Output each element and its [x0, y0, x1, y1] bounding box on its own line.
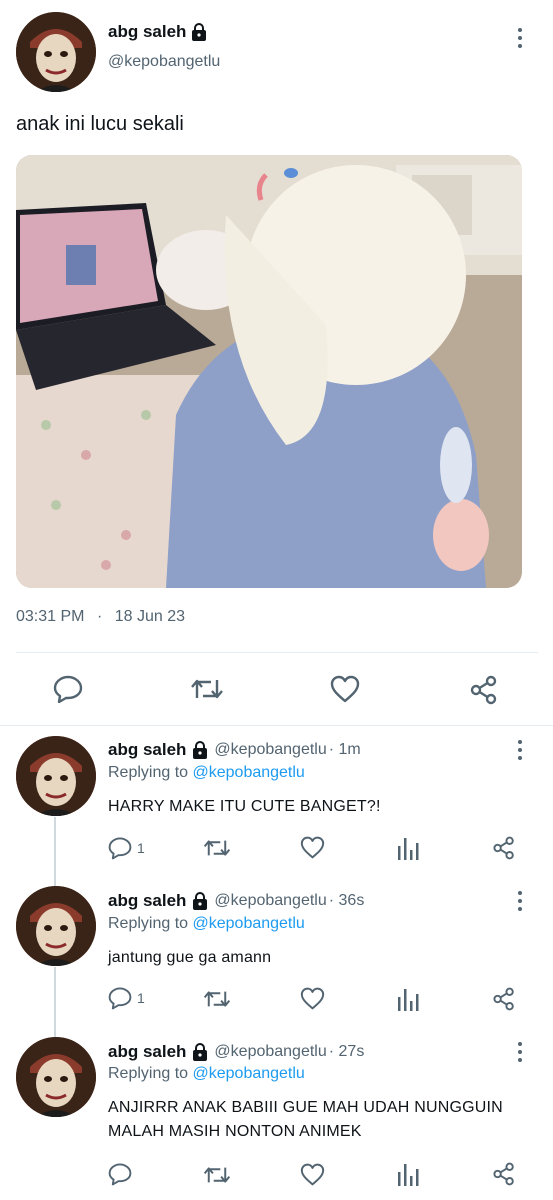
reply-text-line: ANJIRRR ANAK BABIII GUE MAH UDAH NUNGGUI… — [108, 1099, 503, 1116]
meta-separator: · — [96, 608, 103, 625]
retweet-icon[interactable] — [203, 988, 231, 1010]
reply-avatar[interactable] — [16, 736, 96, 816]
reply-text: HARRY MAKE ITU CUTE BANGET?! — [108, 798, 381, 815]
reply-avatar[interactable] — [16, 1037, 96, 1117]
replying-to: Replying to @kepobangetlu — [108, 764, 305, 782]
divider — [16, 652, 538, 653]
reply-author-name[interactable]: abg saleh — [108, 891, 186, 911]
more-icon[interactable] — [517, 891, 523, 911]
replying-label: Replying to — [108, 915, 189, 932]
thread-line — [54, 967, 56, 1037]
replying-label: Replying to — [108, 764, 189, 781]
tweet-time[interactable]: 03:31 PM — [16, 608, 84, 625]
reply-icon[interactable]: 1 — [108, 836, 145, 860]
reply-count: 1 — [137, 990, 145, 1006]
lock-icon — [192, 892, 208, 910]
lock-icon — [192, 1043, 208, 1061]
lock-icon — [192, 741, 208, 759]
reply-author-handle[interactable]: @kepobangetlu — [214, 741, 326, 759]
share-icon[interactable] — [492, 987, 516, 1011]
reply-author-name[interactable]: abg saleh — [108, 1042, 186, 1062]
divider — [0, 725, 553, 726]
reply-age: · 36s — [328, 892, 365, 909]
replying-handle-link[interactable]: @kepobangetlu — [193, 764, 305, 781]
analytics-icon[interactable] — [397, 1162, 419, 1186]
more-icon[interactable] — [517, 1042, 523, 1062]
tweet-photo[interactable] — [16, 155, 522, 588]
reply-header: abg saleh @kepobangetlu · 36s — [108, 891, 364, 911]
author-avatar[interactable] — [16, 12, 96, 92]
retweet-icon[interactable] — [190, 676, 224, 702]
like-icon[interactable] — [300, 987, 325, 1010]
replying-to: Replying to @kepobangetlu — [108, 915, 305, 933]
share-icon[interactable] — [469, 675, 499, 705]
reply-age: · 1m — [328, 741, 361, 758]
reply-avatar[interactable] — [16, 886, 96, 966]
author-name-text[interactable]: abg saleh — [108, 22, 186, 42]
reply-author-handle[interactable]: @kepobangetlu — [214, 1043, 326, 1061]
tweet-date[interactable]: 18 Jun 23 — [115, 608, 185, 625]
reply-text: jantung gue ga amann — [108, 949, 272, 966]
replying-handle-link[interactable]: @kepobangetlu — [193, 1065, 305, 1082]
like-icon[interactable] — [300, 1163, 325, 1186]
author-name[interactable]: abg saleh — [108, 22, 207, 42]
lock-icon — [191, 23, 207, 41]
reply-age: · 27s — [328, 1043, 365, 1060]
more-icon[interactable] — [517, 740, 523, 760]
retweet-icon[interactable] — [203, 1164, 231, 1186]
replying-handle-link[interactable]: @kepobangetlu — [193, 915, 305, 932]
reply-author-handle[interactable]: @kepobangetlu — [214, 892, 326, 910]
like-icon[interactable] — [300, 836, 325, 859]
analytics-icon[interactable] — [397, 836, 419, 860]
replying-to: Replying to @kepobangetlu — [108, 1065, 305, 1083]
analytics-icon[interactable] — [397, 987, 419, 1011]
share-icon[interactable] — [492, 836, 516, 860]
like-icon[interactable] — [330, 675, 360, 703]
author-handle[interactable]: @kepobangetlu — [108, 53, 220, 71]
reply-text: ANJIRRR ANAK BABIII GUE MAH UDAH NUNGGUI… — [108, 1096, 538, 1144]
thread-line — [54, 817, 56, 887]
more-icon[interactable] — [517, 28, 523, 48]
reply-header: abg saleh @kepobangetlu · 27s — [108, 1042, 364, 1062]
replying-label: Replying to — [108, 1065, 189, 1082]
reply-icon[interactable]: 1 — [108, 986, 145, 1010]
reply-header: abg saleh @kepobangetlu · 1m — [108, 740, 361, 760]
reply-count: 1 — [137, 840, 145, 856]
share-icon[interactable] — [492, 1162, 516, 1186]
reply-icon[interactable] — [108, 1162, 132, 1186]
reply-icon[interactable] — [53, 675, 83, 703]
retweet-icon[interactable] — [203, 837, 231, 859]
reply-author-name[interactable]: abg saleh — [108, 740, 186, 760]
tweet-timestamp[interactable]: 03:31 PM · 18 Jun 23 — [16, 608, 185, 626]
tweet-text: anak ini lucu sekali — [16, 113, 184, 135]
reply-text-line: MALAH MASIH NONTON ANIMEK — [108, 1123, 362, 1140]
